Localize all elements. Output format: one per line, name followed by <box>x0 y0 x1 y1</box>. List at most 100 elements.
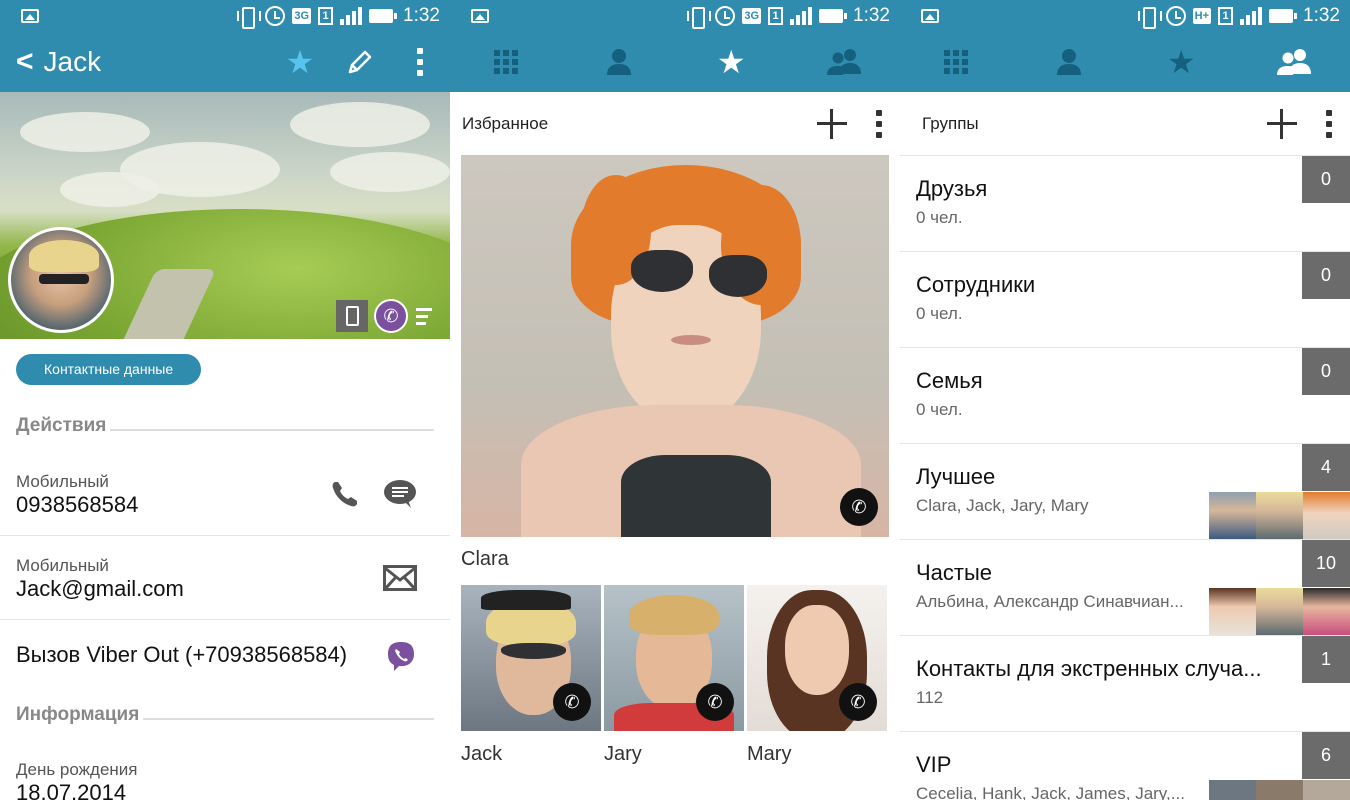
email-label: Мобильный <box>16 556 109 575</box>
vibrate-icon <box>1137 7 1162 29</box>
network-type-badge: H+ <box>1192 8 1212 24</box>
status-bar: 3G 1 1:32 <box>450 0 900 32</box>
email-envelope-icon[interactable] <box>380 558 420 598</box>
gallery-notification-icon <box>471 8 489 23</box>
viber-out-icon[interactable] <box>381 636 421 676</box>
group-name: VIP <box>916 752 952 777</box>
call-badge-icon[interactable]: ✆ <box>696 683 734 721</box>
group-count-badge: 0 <box>1302 156 1350 203</box>
battery-icon <box>369 9 398 23</box>
email-row[interactable]: Мобильный Jack@gmail.com <box>0 536 450 620</box>
call-badge-icon[interactable]: ✆ <box>839 683 877 721</box>
star-icon: ★ <box>1166 44 1196 80</box>
favorite-photo-jack[interactable]: ✆ <box>461 585 601 731</box>
viber-icon[interactable]: ✆ <box>374 299 408 333</box>
group-members: 0 чел. <box>916 208 963 227</box>
tab-dialpad[interactable] <box>900 32 1013 92</box>
mobile-device-icon[interactable] <box>336 300 368 332</box>
overflow-menu-icon[interactable] <box>390 32 450 92</box>
group-count-badge: 1 <box>1302 636 1350 683</box>
group-row[interactable]: Частые Альбина, Александр Синавчиан... 1… <box>900 540 1350 636</box>
star-icon: ★ <box>716 44 746 80</box>
group-name: Частые <box>916 560 993 585</box>
battery-icon <box>819 9 848 23</box>
contacts-tab-bar: ★ <box>450 32 900 92</box>
favorite-photo-clara[interactable]: ✆ <box>461 155 889 537</box>
tab-groups[interactable] <box>1238 32 1350 92</box>
contact-avatar[interactable] <box>8 227 114 333</box>
group-name: Сотрудники <box>916 272 1036 297</box>
tab-favorites[interactable]: ★ <box>675 32 788 92</box>
group-member-thumbnails <box>1209 492 1350 539</box>
birthday-value: 18.07.2014 <box>16 780 127 800</box>
contact-name-title: Jack <box>43 46 102 77</box>
status-bar: H+ 1 1:32 <box>900 0 1350 32</box>
tab-groups[interactable] <box>788 32 901 92</box>
favorite-photo-jary[interactable]: ✆ <box>604 585 744 731</box>
gallery-notification-icon <box>21 8 39 23</box>
tab-contacts[interactable] <box>563 32 676 92</box>
group-name: Семья <box>916 368 983 393</box>
actions-header-label: Действия <box>16 415 107 436</box>
add-group-plus-icon[interactable] <box>1262 104 1302 144</box>
call-badge-icon[interactable]: ✆ <box>553 683 591 721</box>
group-people-icon <box>1276 49 1311 75</box>
battery-icon <box>1269 9 1298 23</box>
sim-icon: 1 <box>318 7 334 25</box>
sim-icon: 1 <box>768 7 784 25</box>
favorite-star-icon[interactable]: ★ <box>270 32 330 92</box>
group-name: Контакты для экстренных случа... <box>916 656 1262 681</box>
vibrate-icon <box>686 7 712 29</box>
favorites-header: Избранное <box>450 92 900 156</box>
phone-row[interactable]: Мобильный 0938568584 <box>0 452 450 536</box>
sms-message-icon[interactable] <box>380 474 420 514</box>
network-type-badge: 3G <box>742 8 762 24</box>
info-section-header: Информация <box>16 704 434 726</box>
group-members: Clara, Jack, Jary, Mary <box>916 496 1089 515</box>
group-row[interactable]: Сотрудники 0 чел. 0 <box>900 252 1350 348</box>
back-arrow-icon[interactable]: < <box>0 32 44 92</box>
tab-dialpad[interactable] <box>450 32 563 92</box>
group-row[interactable]: Друзья 0 чел. 0 <box>900 156 1350 252</box>
tab-contacts[interactable] <box>1013 32 1126 92</box>
contact-cover-image: ✆ <box>0 92 450 339</box>
email-value: Jack@gmail.com <box>16 576 184 601</box>
actions-section-header: Действия <box>16 415 434 437</box>
viber-out-row[interactable]: Вызов Viber Out (+70938568584) <box>0 620 450 692</box>
contact-details-button[interactable]: Контактные данные <box>16 354 202 385</box>
call-history-icon[interactable] <box>414 300 446 332</box>
tab-favorites[interactable]: ★ <box>1125 32 1238 92</box>
sim-icon: 1 <box>1218 7 1234 25</box>
favorite-photo-mary[interactable]: ✆ <box>747 585 887 731</box>
group-row[interactable]: Лучшее Clara, Jack, Jary, Mary 4 <box>900 444 1350 540</box>
signal-icon <box>340 7 363 25</box>
overflow-menu-icon[interactable] <box>876 110 882 138</box>
birthday-row[interactable]: День рождения 18.07.2014 <box>0 740 450 800</box>
groups-title: Группы <box>922 113 979 133</box>
group-count-badge: 0 <box>1302 348 1350 395</box>
group-members: 0 чел. <box>916 304 963 323</box>
signal-icon <box>790 7 813 25</box>
dialpad-grid-icon <box>494 50 519 74</box>
group-count-badge: 4 <box>1302 444 1350 491</box>
group-name: Лучшее <box>916 464 996 489</box>
add-favorite-plus-icon[interactable] <box>812 104 852 144</box>
network-type-badge: 3G <box>292 8 312 24</box>
overflow-menu-icon[interactable] <box>1326 109 1332 138</box>
group-count-badge: 6 <box>1302 732 1350 779</box>
alarm-icon <box>1165 6 1186 26</box>
group-row[interactable]: VIP Cecelia, Hank, Jack, James, Jary,...… <box>900 732 1350 800</box>
favorites-title: Избранное <box>462 114 549 133</box>
phone-call-icon[interactable] <box>325 474 365 514</box>
group-row[interactable]: Контакты для экстренных случа... 112 1 <box>900 636 1350 732</box>
favorite-name-mary: Mary <box>747 743 792 765</box>
group-count-badge: 10 <box>1302 540 1350 587</box>
group-members: Альбина, Александр Синавчиан... <box>916 592 1184 611</box>
contact-detail-screen: 3G 1 1:32 < Jack ★ ✆ Контактные данные Д… <box>0 0 450 800</box>
group-row[interactable]: Семья 0 чел. 0 <box>900 348 1350 444</box>
vibrate-icon <box>236 7 262 29</box>
edit-pencil-icon[interactable] <box>330 32 390 92</box>
group-members: 112 <box>916 688 944 707</box>
call-badge-icon[interactable]: ✆ <box>840 488 878 526</box>
contact-action-bar: < Jack ★ <box>0 32 450 92</box>
